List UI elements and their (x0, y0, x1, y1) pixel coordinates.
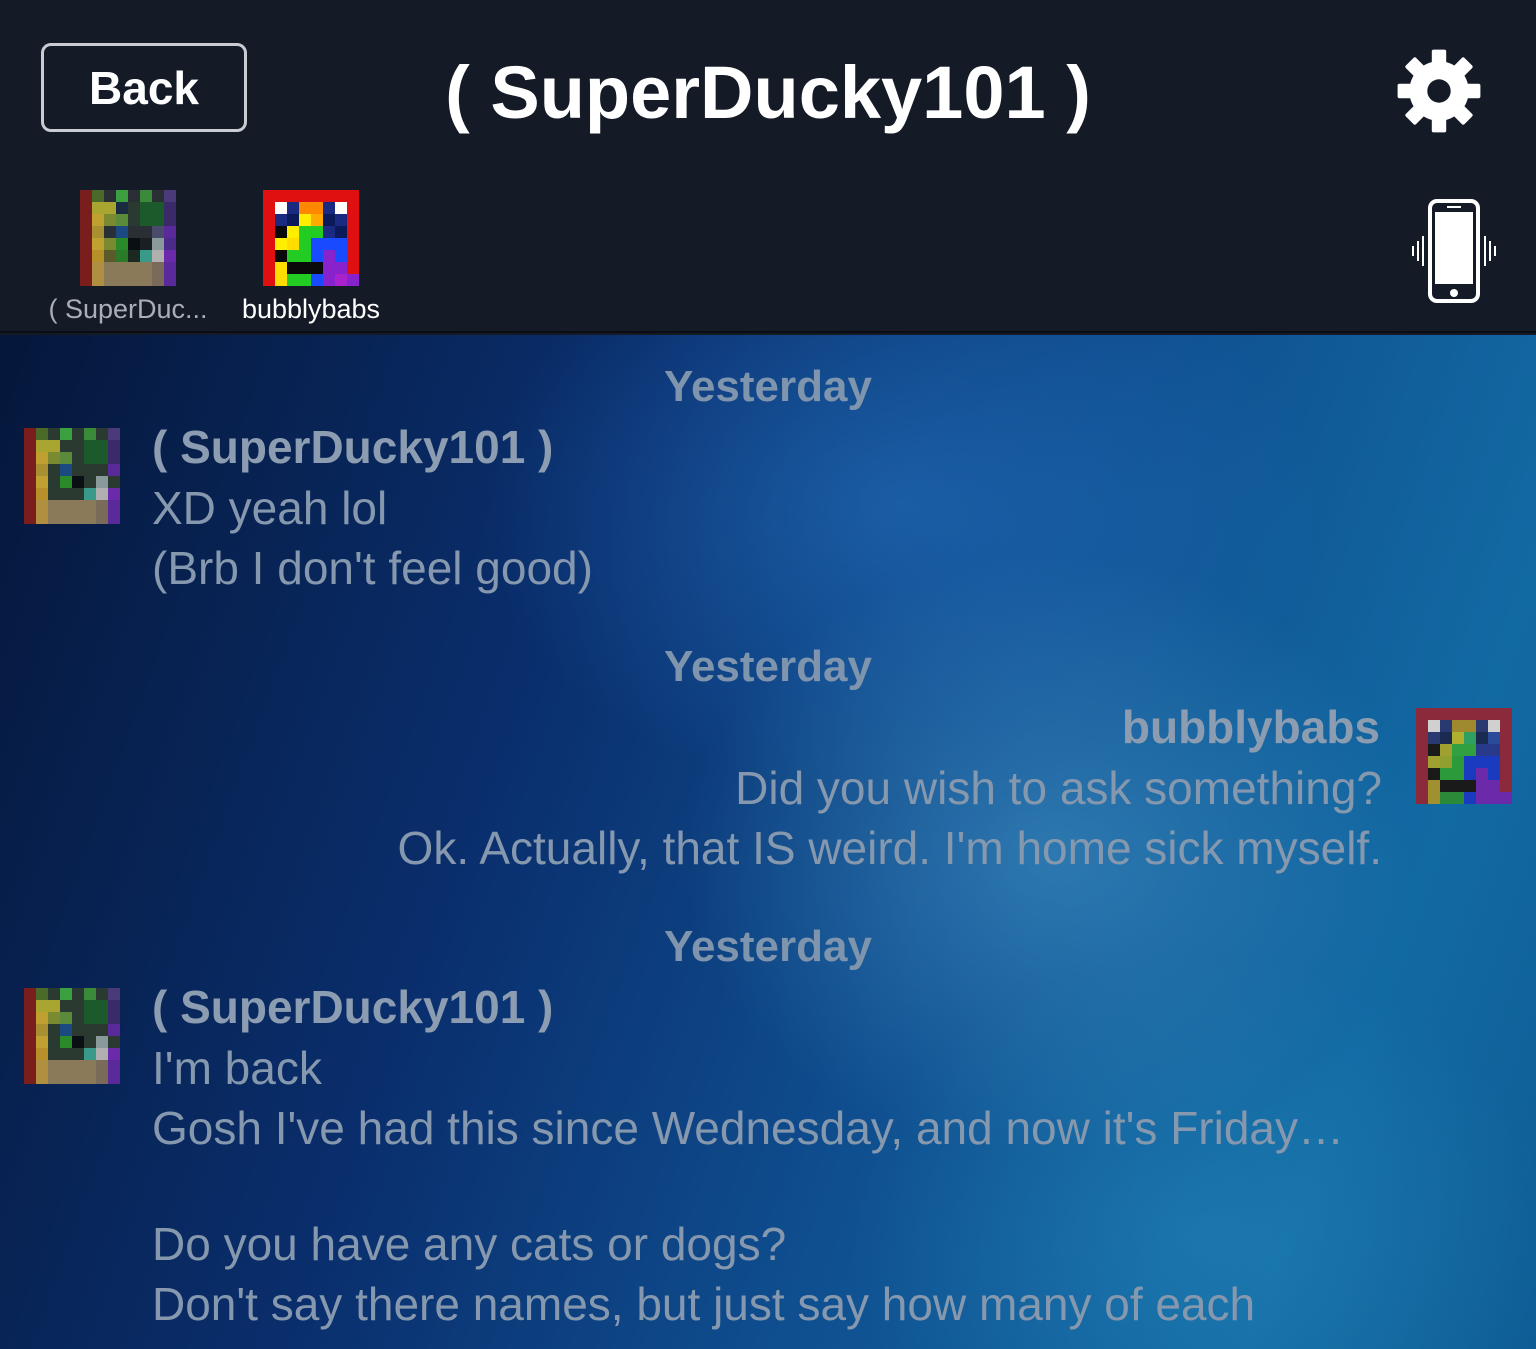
message-text: XD yeah lol (152, 482, 388, 534)
message-text: I'm back (152, 1042, 322, 1094)
pixel-avatar-green[interactable] (24, 428, 120, 524)
gear-icon[interactable] (1392, 46, 1486, 136)
message-text: (Brb I don't feel good) (152, 542, 593, 594)
date-separator: Yesterday (664, 642, 872, 691)
message-sender: bubblybabs (1121, 701, 1380, 753)
message-text: Ok. Actually, that IS weird. I'm home si… (397, 822, 1382, 874)
back-button[interactable]: Back (41, 43, 247, 132)
message-text: Did you wish to ask something? (735, 762, 1382, 814)
phone-vibrate-icon[interactable] (1408, 198, 1500, 304)
message-text: Do you have any cats or dogs? (152, 1218, 787, 1270)
page-title: ( SuperDucky101 ) (445, 51, 1091, 134)
message-sender: ( SuperDucky101 ) (152, 421, 554, 473)
participant-superducky[interactable]: ( SuperDuc... (48, 190, 208, 325)
date-separator: Yesterday (664, 362, 872, 411)
message-text: Gosh I've had this since Wednesday, and … (152, 1102, 1345, 1154)
message-text: Don't say there names, but just say how … (152, 1278, 1256, 1330)
top-bar: Back ( SuperDucky101 ) (SuperDuc... bub… (0, 0, 1536, 333)
pixel-avatar-green[interactable] (24, 988, 120, 1084)
pixel-avatar-rainbow (263, 190, 359, 286)
participant-name: ( SuperDuc... (48, 294, 208, 324)
date-separator: Yesterday (664, 922, 872, 971)
chat-area[interactable]: Yesterday ( SuperDucky101 ) XD yeah lol … (0, 335, 1536, 1349)
participant-name: bubblybabs (241, 294, 381, 324)
pixel-avatar-green (80, 190, 176, 286)
pixel-avatar-rainbow[interactable] (1416, 708, 1512, 804)
participant-bubblybabs[interactable]: bubblybabs (232, 190, 390, 325)
message-sender: ( SuperDucky101 ) (152, 981, 554, 1033)
